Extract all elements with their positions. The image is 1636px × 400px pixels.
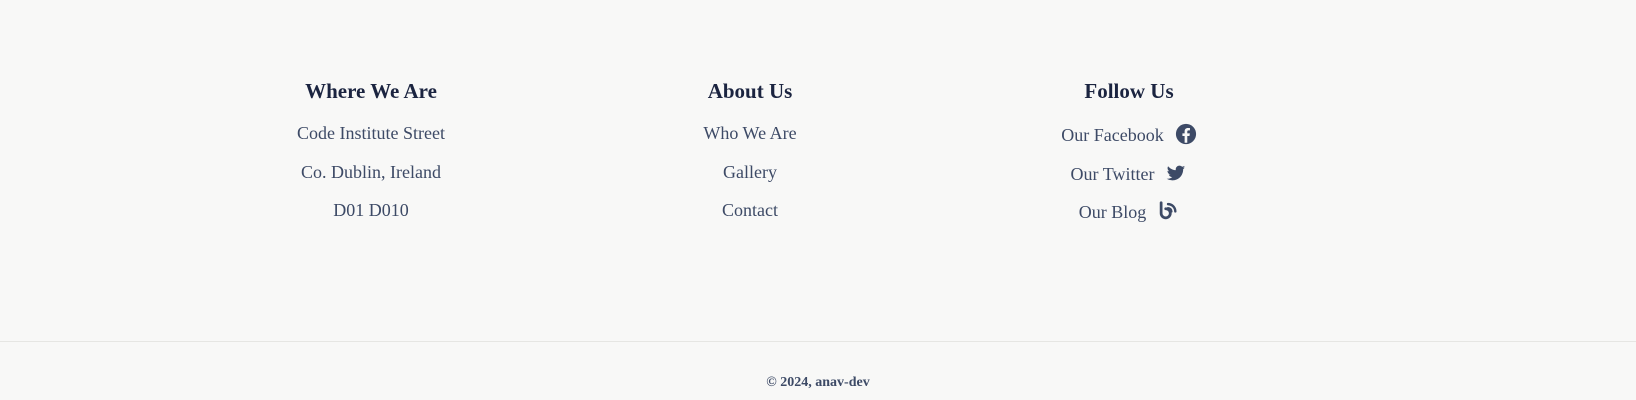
footer-columns: Where We Are Code Institute Street Co. D… [0,78,1636,248]
contact-link[interactable]: Contact [722,201,778,219]
facebook-icon [1175,123,1197,145]
blog-link[interactable]: Our Blog [1079,201,1180,223]
about-us-column: About Us Who We Are Gallery Contact [600,78,900,240]
list-item: Our Blog [979,201,1279,240]
gallery-link[interactable]: Gallery [723,163,777,181]
facebook-link-label: Our Facebook [1061,125,1164,145]
twitter-link[interactable]: Our Twitter [1071,163,1188,185]
list-item: Who We Are [600,124,900,163]
follow-us-heading: Follow Us [1084,79,1174,103]
where-we-are-heading: Where We Are [305,79,437,103]
list-item: Our Twitter [979,163,1279,202]
twitter-icon [1165,162,1187,184]
list-item: Our Facebook [979,123,1279,163]
facebook-link[interactable]: Our Facebook [1061,123,1197,146]
about-links-list: Who We Are Gallery Contact [600,104,900,240]
follow-us-column: Follow Us Our Facebook Our Twitter Our B… [979,78,1279,240]
where-we-are-column: Where We Are Code Institute Street Co. D… [221,78,521,240]
twitter-link-label: Our Twitter [1070,163,1155,184]
address-line-street: Code Institute Street [297,123,445,143]
about-us-heading: About Us [707,79,793,103]
address-line-postcode: D01 D010 [333,200,409,221]
social-links-list: Our Facebook Our Twitter Our Blog [979,104,1279,240]
blog-icon [1157,200,1179,222]
address-list: Code Institute Street Co. Dublin, Irelan… [221,104,521,240]
footer-divider [0,341,1636,342]
list-item: Contact [600,201,900,240]
address-line-city: Co. Dublin, Ireland [301,161,441,182]
list-item: Gallery [600,163,900,202]
blog-link-label: Our Blog [1078,202,1147,223]
copyright-text: © 2024, anav-dev [766,375,870,390]
who-we-are-link[interactable]: Who We Are [703,124,796,142]
